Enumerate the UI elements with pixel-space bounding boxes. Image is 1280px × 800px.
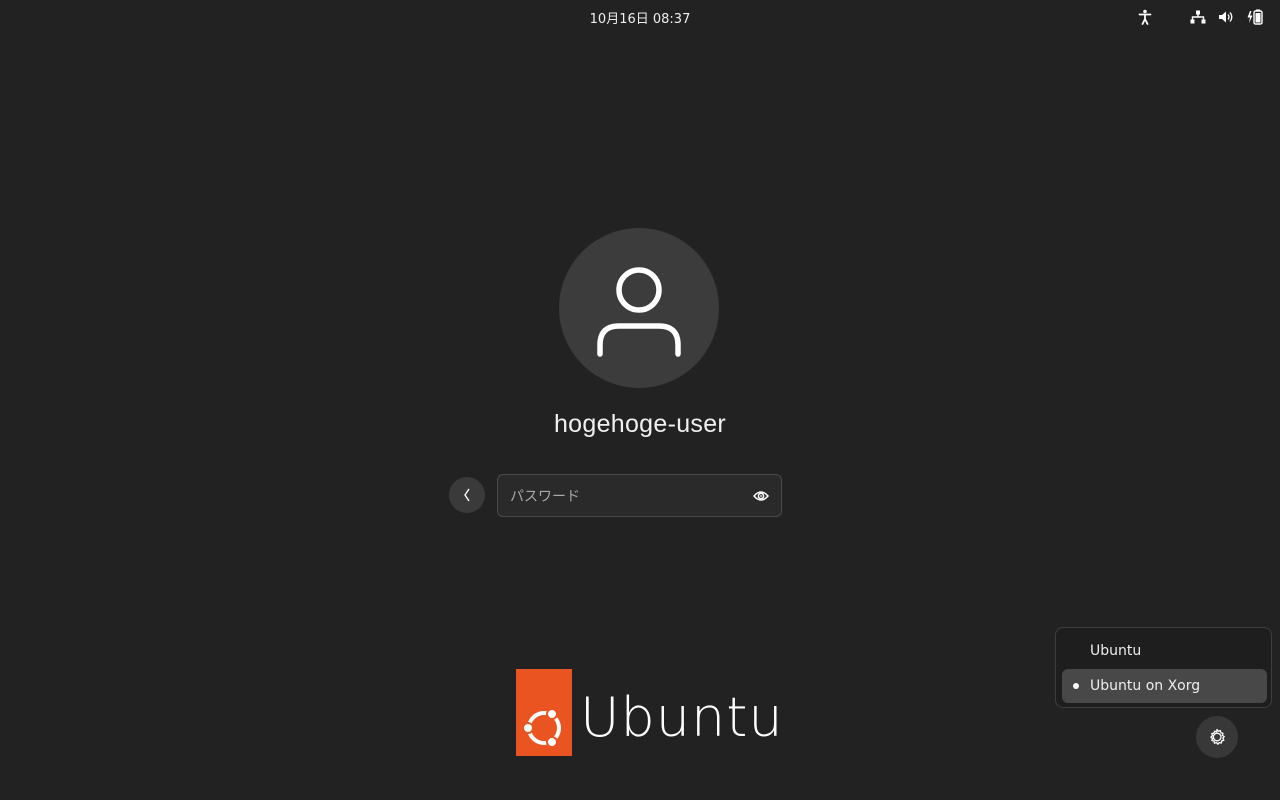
login-screen: 10月16日 08:37 hogehoge-user Ubuntu Ubuntu… bbox=[0, 0, 1280, 800]
session-item-label: Ubuntu bbox=[1090, 643, 1142, 659]
ubuntu-circle-of-friends-icon bbox=[522, 708, 561, 748]
username-label: hogehoge-user bbox=[553, 410, 727, 438]
ubuntu-logo-text: Ubuntu bbox=[580, 686, 784, 749]
session-item-ubuntu-on-xorg[interactable]: Ubuntu on Xorg bbox=[1062, 669, 1267, 703]
accessibility-icon[interactable] bbox=[1135, 7, 1155, 27]
reveal-password-button[interactable] bbox=[751, 486, 771, 506]
eye-icon bbox=[753, 491, 769, 501]
ubuntu-logo-mark bbox=[516, 669, 572, 756]
gear-icon bbox=[1210, 728, 1225, 745]
session-menu: Ubuntu Ubuntu on Xorg bbox=[1055, 627, 1272, 708]
volume-icon[interactable] bbox=[1216, 7, 1236, 27]
chevron-left-icon bbox=[464, 488, 470, 502]
battery-icon[interactable] bbox=[1245, 7, 1265, 27]
clock[interactable]: 10月16日 08:37 bbox=[0, 8, 1280, 27]
back-button[interactable] bbox=[449, 477, 485, 513]
user-avatar bbox=[559, 228, 719, 388]
session-item-ubuntu[interactable]: Ubuntu bbox=[1062, 634, 1267, 668]
password-input[interactable] bbox=[508, 475, 742, 518]
user-avatar-icon bbox=[597, 267, 681, 357]
top-bar: 10月16日 08:37 bbox=[0, 0, 1280, 34]
session-settings-button[interactable] bbox=[1196, 716, 1238, 758]
network-wired-icon[interactable] bbox=[1188, 7, 1208, 27]
password-field[interactable] bbox=[497, 474, 782, 518]
selected-dot-icon bbox=[1073, 683, 1079, 689]
session-item-label: Ubuntu on Xorg bbox=[1090, 678, 1201, 694]
